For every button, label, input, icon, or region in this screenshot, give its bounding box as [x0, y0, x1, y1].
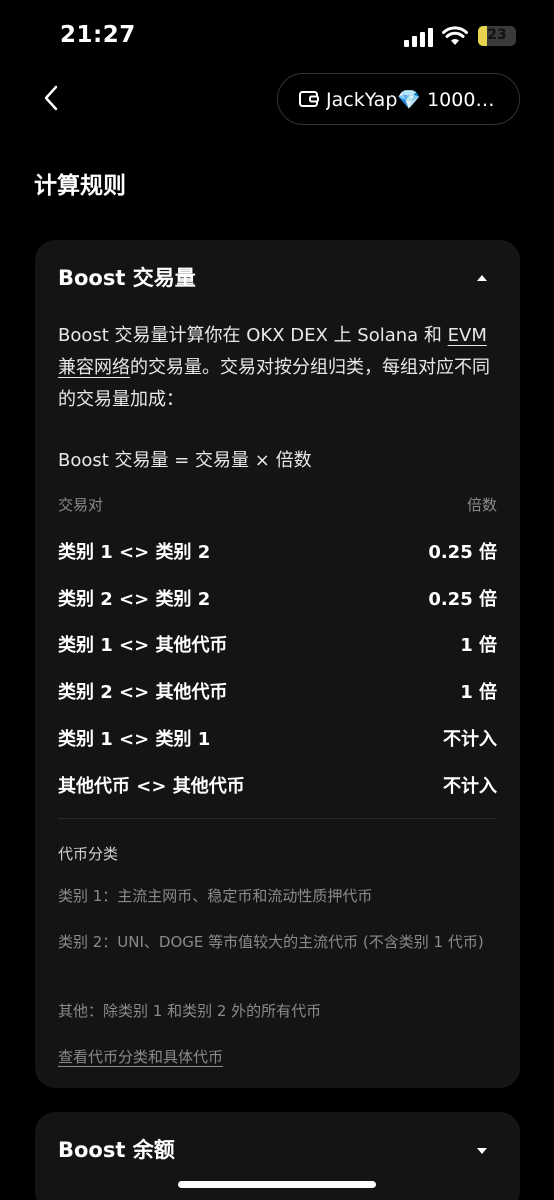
back-button[interactable] [34, 80, 68, 116]
pair-label: 类别 1 <> 类别 1 [58, 729, 211, 750]
view-token-categories-link[interactable]: 查看代币分类和具体代币 [58, 1046, 223, 1067]
table-row: 类别 1 <> 类别 2 0.25 倍 [58, 538, 497, 568]
boost-volume-header[interactable]: Boost 交易量 [58, 262, 196, 292]
expand-icon[interactable] [477, 1148, 487, 1154]
battery-level: 23 [487, 27, 507, 43]
page-title: 计算规则 [34, 173, 126, 199]
boost-volume-description: Boost 交易量计算你在 OKX DEX 上 Solana 和 EVM 兼容网… [58, 320, 498, 416]
category-2-description: 类别 2：UNI、DOGE 等市值较大的主流代币 (不含类别 1 代币) [58, 933, 484, 951]
chevron-left-icon [44, 85, 58, 111]
status-bar: 21:27 23 [0, 0, 554, 74]
table-row: 类别 1 <> 类别 1 不计入 [58, 725, 497, 755]
pair-label: 类别 2 <> 其他代币 [58, 682, 228, 703]
pair-label: 类别 1 <> 类别 2 [58, 542, 211, 563]
boost-formula: Boost 交易量 = 交易量 × 倍数 [58, 450, 312, 471]
multiplier-value: 不计入 [443, 776, 497, 797]
table-row: 类别 2 <> 类别 2 0.25 倍 [58, 585, 497, 615]
boost-balance-header[interactable]: Boost 余额 [58, 1134, 175, 1164]
table-row: 类别 1 <> 其他代币 1 倍 [58, 631, 497, 661]
signal-icon [404, 28, 433, 47]
multiplier-value: 1 倍 [460, 682, 497, 703]
table-row: 类别 2 <> 其他代币 1 倍 [58, 678, 497, 708]
table-row: 其他代币 <> 其他代币 不计入 [58, 772, 497, 802]
pair-label: 类别 1 <> 其他代币 [58, 635, 228, 656]
category-1-description: 类别 1：主流主网币、稳定币和流动性质押代币 [58, 887, 373, 905]
column-header-pair: 交易对 [58, 496, 104, 514]
column-header-multiplier: 倍数 [466, 496, 497, 514]
pair-label: 类别 2 <> 类别 2 [58, 589, 211, 610]
other-category-description: 其他：除类别 1 和类别 2 外的所有代币 [58, 1002, 322, 1020]
token-categories-title: 代币分类 [58, 845, 119, 863]
multiplier-value: 0.25 倍 [428, 542, 497, 563]
status-time: 21:27 [60, 22, 136, 48]
wifi-icon [442, 26, 468, 45]
multiplier-value: 0.25 倍 [428, 589, 497, 610]
wallet-icon [299, 91, 319, 107]
collapse-icon[interactable] [477, 275, 487, 281]
boost-volume-card: Boost 交易量 Boost 交易量计算你在 OKX DEX 上 Solana… [35, 240, 520, 1088]
divider [58, 818, 497, 819]
home-indicator [178, 1181, 376, 1188]
pair-label: 其他代币 <> 其他代币 [58, 776, 245, 797]
description-text: Boost 交易量计算你在 OKX DEX 上 Solana 和 [58, 325, 448, 346]
wallet-selector[interactable]: JackYap💎 1000… [277, 73, 520, 125]
multiplier-value: 不计入 [443, 729, 497, 750]
battery-icon: 23 [478, 26, 516, 46]
wallet-name: JackYap💎 1000… [326, 88, 495, 111]
multiplier-value: 1 倍 [460, 635, 497, 656]
